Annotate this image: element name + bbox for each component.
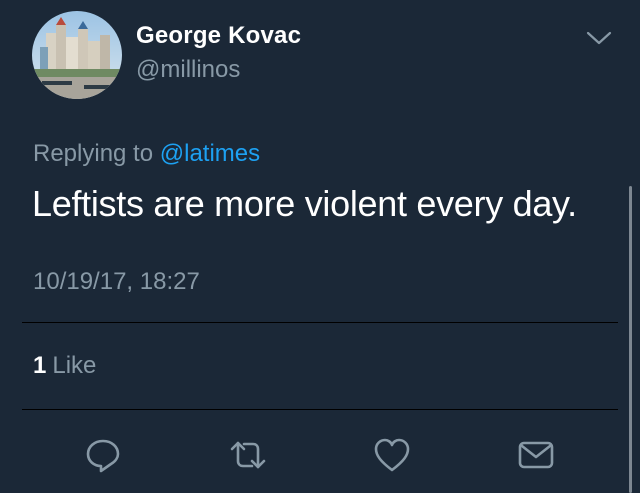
retweet-button[interactable]	[227, 434, 269, 476]
replying-to-label: Replying to	[33, 140, 160, 167]
tweet-detail: George Kovac @millinos Replying to @lati…	[0, 0, 640, 493]
avatar-image	[32, 11, 122, 99]
chevron-down-icon[interactable]	[586, 30, 612, 46]
like-button[interactable]	[371, 434, 413, 476]
like-count: 1	[33, 352, 47, 379]
replying-to: Replying to @latimes	[33, 140, 260, 168]
direct-message-icon	[518, 441, 554, 469]
reply-icon	[86, 439, 120, 473]
scrollbar[interactable]	[629, 186, 632, 493]
divider	[22, 322, 618, 323]
avatar[interactable]	[32, 11, 122, 99]
direct-message-button[interactable]	[515, 434, 557, 476]
retweet-icon	[230, 441, 266, 469]
user-handle[interactable]: @millinos	[136, 56, 240, 84]
reply-mention-link[interactable]: @latimes	[160, 140, 260, 167]
tweet-timestamp: 10/19/17, 18:27	[33, 268, 200, 295]
like-heart-icon	[374, 438, 410, 472]
reply-button[interactable]	[82, 434, 124, 476]
tweet-text: Leftists are more violent every day.	[32, 183, 577, 224]
user-display-name[interactable]: George Kovac	[136, 22, 301, 50]
like-label: Like	[52, 352, 97, 379]
likes-summary[interactable]: 1 Like	[33, 352, 96, 380]
divider	[22, 409, 618, 410]
